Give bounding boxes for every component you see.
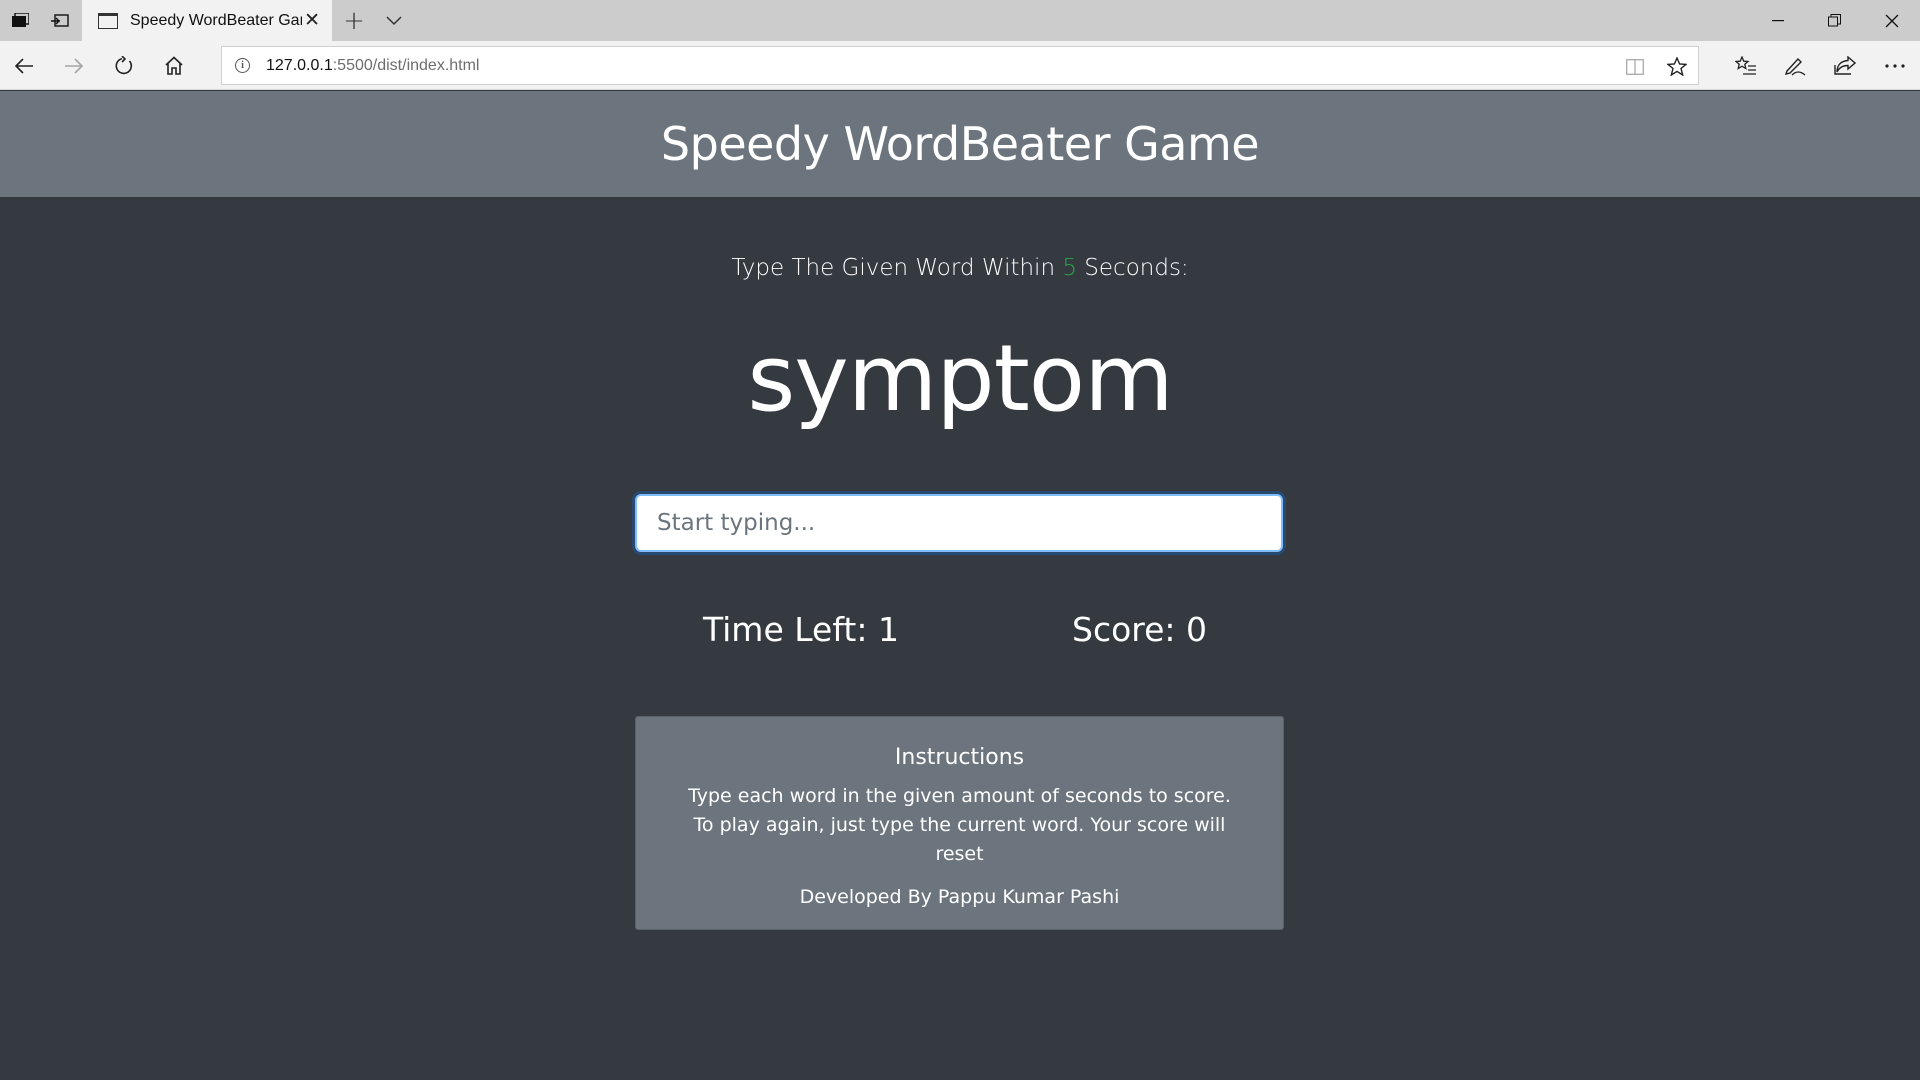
page-header: Speedy WordBeater Game xyxy=(0,91,1920,197)
browser-tab-bar: Speedy WordBeater Game ✕ + xyxy=(0,0,1920,41)
score-value: 0 xyxy=(1186,610,1208,649)
favorite-star-icon[interactable] xyxy=(1656,47,1698,86)
time-left-label: Time Left: xyxy=(703,610,868,649)
refresh-icon[interactable] xyxy=(100,41,148,90)
seconds-value: 5 xyxy=(1062,255,1077,281)
url-path: :5500/dist/index.html xyxy=(332,56,480,74)
chevron-down-icon[interactable] xyxy=(376,0,412,41)
back-arrow-icon[interactable] xyxy=(0,41,48,90)
game-page: Speedy WordBeater Game Type The Given Wo… xyxy=(0,91,1920,1080)
url-text: 127.0.0.1:5500/dist/index.html xyxy=(266,57,479,75)
page-icon xyxy=(98,12,118,29)
score-label: Score: xyxy=(1072,610,1176,649)
lead-suffix: Seconds: xyxy=(1084,255,1189,281)
tab-manager-icon[interactable] xyxy=(0,0,40,41)
share-icon[interactable] xyxy=(1820,41,1870,90)
restore-icon[interactable] xyxy=(1806,0,1863,41)
minimize-icon[interactable] xyxy=(1749,0,1806,41)
favorites-list-icon[interactable] xyxy=(1721,41,1771,90)
home-icon[interactable] xyxy=(150,41,198,90)
time-left-value: 1 xyxy=(877,610,899,649)
instructions-heading: Instructions xyxy=(894,745,1025,770)
score: Score: 0 xyxy=(1072,610,1207,649)
page-title: Speedy WordBeater Game xyxy=(660,117,1260,171)
tab-title: Speedy WordBeater Game xyxy=(130,11,302,29)
lead-prefix: Type The Given Word Within xyxy=(731,255,1056,281)
site-info-icon[interactable]: i xyxy=(235,58,250,73)
current-word: symptom xyxy=(747,325,1173,432)
reading-view-icon[interactable] xyxy=(1614,47,1656,86)
set-aside-tabs-icon[interactable] xyxy=(40,0,80,41)
developer-credit: Developed By Pappu Kumar Pashi xyxy=(799,886,1120,908)
instructions-card: Instructions Type each word in the given… xyxy=(635,716,1284,930)
time-left: Time Left: 1 xyxy=(703,610,899,649)
pen-notes-icon[interactable] xyxy=(1770,41,1820,90)
address-bar: i 127.0.0.1:5500/dist/index.html xyxy=(0,41,1920,90)
close-tab-icon[interactable]: ✕ xyxy=(304,9,320,31)
more-options-icon[interactable] xyxy=(1870,41,1920,90)
browser-tab-active[interactable]: Speedy WordBeater Game ✕ xyxy=(82,0,332,41)
word-input[interactable] xyxy=(635,494,1283,552)
new-tab-icon[interactable]: + xyxy=(332,0,376,41)
instructions-body: Type each word in the given amount of se… xyxy=(688,785,1231,865)
close-window-icon[interactable] xyxy=(1863,0,1920,41)
forward-arrow-icon[interactable] xyxy=(50,41,98,90)
instruction-lead: Type The Given Word Within 5 Seconds: xyxy=(0,255,1920,281)
url-field[interactable]: i 127.0.0.1:5500/dist/index.html xyxy=(221,46,1699,85)
url-host: 127.0.0.1 xyxy=(266,56,333,74)
